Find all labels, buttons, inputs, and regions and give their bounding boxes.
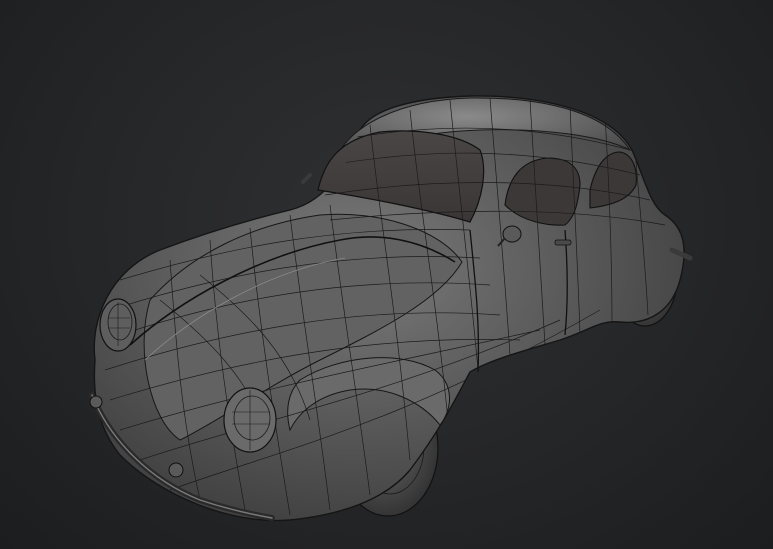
bumper-guard-right — [168, 462, 184, 478]
headlight-right — [223, 387, 277, 453]
bumper-guard-left — [89, 395, 103, 409]
headlight-left — [99, 298, 137, 352]
door-handle — [554, 239, 572, 246]
wireframe-car-icon — [89, 95, 693, 522]
left-mirror — [301, 173, 312, 184]
viewport-3d[interactable] — [0, 0, 773, 549]
